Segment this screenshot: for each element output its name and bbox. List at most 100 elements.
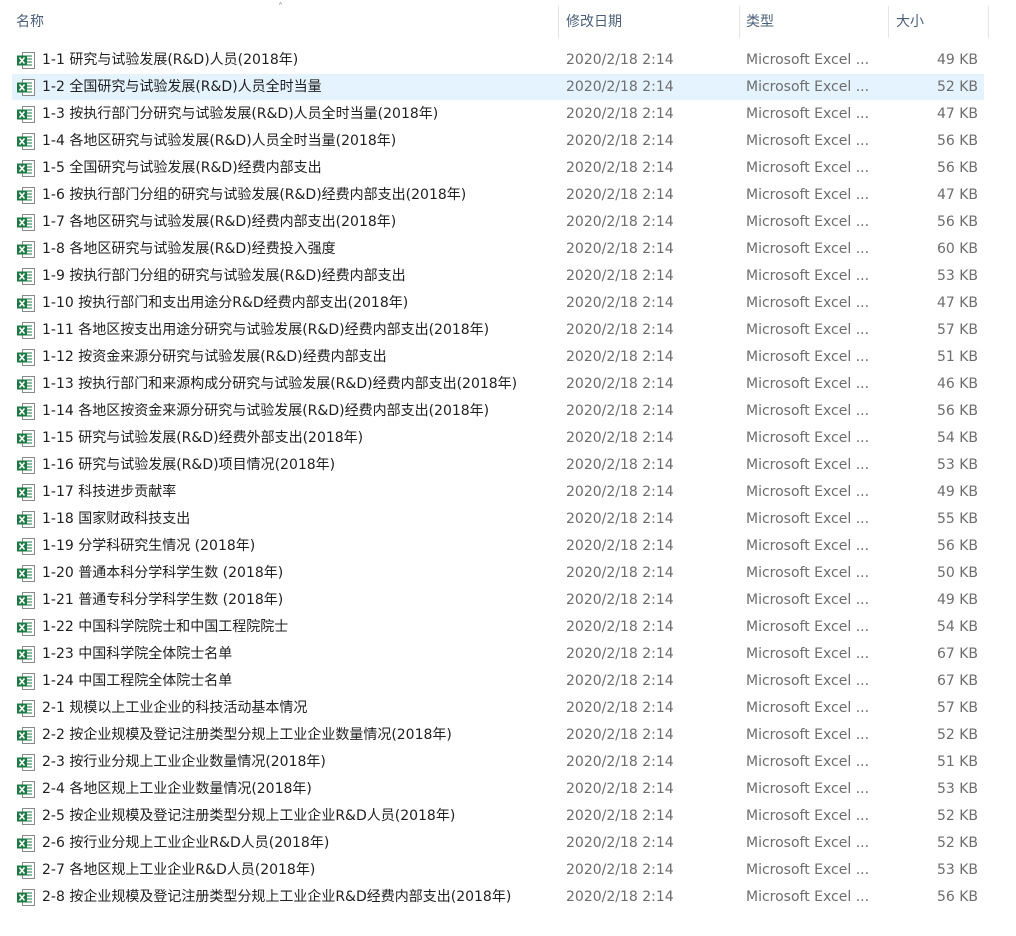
file-type: Microsoft Excel ... (746, 484, 870, 500)
excel-file-icon (17, 322, 35, 339)
column-header-type[interactable]: 类型 (738, 0, 888, 44)
file-type: Microsoft Excel ... (746, 106, 870, 122)
file-name: 2-1 规模以上工业企业的科技活动基本情况 (42, 700, 308, 716)
file-row[interactable]: 2-5 按企业规模及登记注册类型分规上工业企业R&D人员(2018年) 2020… (0, 803, 1016, 830)
file-row[interactable]: 1-20 普通本科分学科学生数 (2018年) 2020/2/18 2:14 M… (0, 560, 1016, 587)
file-size: 53 KB (936, 268, 978, 284)
file-row[interactable]: 1-6 按执行部门分组的研究与试验发展(R&D)经费内部支出(2018年) 20… (0, 182, 1016, 209)
file-type: Microsoft Excel ... (746, 538, 870, 554)
file-row[interactable]: 1-16 研究与试验发展(R&D)项目情况(2018年) 2020/2/18 2… (0, 452, 1016, 479)
file-modified-date: 2020/2/18 2:14 (566, 160, 674, 176)
excel-file-icon (17, 835, 35, 852)
file-modified-date: 2020/2/18 2:14 (566, 187, 674, 203)
excel-file-icon (17, 511, 35, 528)
file-modified-date: 2020/2/18 2:14 (566, 700, 674, 716)
file-row[interactable]: 1-13 按执行部门和来源构成分研究与试验发展(R&D)经费内部支出(2018年… (0, 371, 1016, 398)
column-header-bar: 名称 ˄ 修改日期 类型 大小 (0, 0, 1016, 44)
file-name: 2-5 按企业规模及登记注册类型分规上工业企业R&D人员(2018年) (42, 808, 456, 824)
file-row[interactable]: 1-18 国家财政科技支出 2020/2/18 2:14 Microsoft E… (0, 506, 1016, 533)
excel-file-icon (17, 106, 35, 123)
file-row[interactable]: 1-23 中国科学院全体院士名单 2020/2/18 2:14 Microsof… (0, 641, 1016, 668)
excel-file-icon (17, 187, 35, 204)
file-name: 2-2 按企业规模及登记注册类型分规上工业企业数量情况(2018年) (42, 727, 452, 743)
file-size: 56 KB (936, 403, 978, 419)
file-list: 1-1 研究与试验发展(R&D)人员(2018年) 2020/2/18 2:14… (0, 47, 1016, 911)
file-size: 51 KB (936, 754, 978, 770)
file-row[interactable]: 1-22 中国科学院院士和中国工程院院士 2020/2/18 2:14 Micr… (0, 614, 1016, 641)
file-row[interactable]: 1-2 全国研究与试验发展(R&D)人员全时当量 2020/2/18 2:14 … (0, 74, 1016, 101)
file-modified-date: 2020/2/18 2:14 (566, 133, 674, 149)
file-modified-date: 2020/2/18 2:14 (566, 835, 674, 851)
file-type: Microsoft Excel ... (746, 673, 870, 689)
file-row[interactable]: 1-17 科技进步贡献率 2020/2/18 2:14 Microsoft Ex… (0, 479, 1016, 506)
file-modified-date: 2020/2/18 2:14 (566, 322, 674, 338)
file-modified-date: 2020/2/18 2:14 (566, 808, 674, 824)
file-row[interactable]: 1-3 按执行部门分研究与试验发展(R&D)人员全时当量(2018年) 2020… (0, 101, 1016, 128)
file-name: 1-10 按执行部门和支出用途分R&D经费内部支出(2018年) (42, 295, 409, 311)
file-name: 1-7 各地区研究与试验发展(R&D)经费内部支出(2018年) (42, 214, 397, 230)
file-row[interactable]: 2-7 各地区规上工业企业R&D人员(2018年) 2020/2/18 2:14… (0, 857, 1016, 884)
file-name: 2-6 按行业分规上工业企业R&D人员(2018年) (42, 835, 330, 851)
file-row[interactable]: 1-8 各地区研究与试验发展(R&D)经费投入强度 2020/2/18 2:14… (0, 236, 1016, 263)
file-row[interactable]: 2-4 各地区规上工业企业数量情况(2018年) 2020/2/18 2:14 … (0, 776, 1016, 803)
excel-file-icon (17, 808, 35, 825)
file-size: 53 KB (936, 457, 978, 473)
file-row[interactable]: 2-1 规模以上工业企业的科技活动基本情况 2020/2/18 2:14 Mic… (0, 695, 1016, 722)
file-row[interactable]: 1-12 按资金来源分研究与试验发展(R&D)经费内部支出 2020/2/18 … (0, 344, 1016, 371)
file-row[interactable]: 1-19 分学科研究生情况 (2018年) 2020/2/18 2:14 Mic… (0, 533, 1016, 560)
file-row[interactable]: 1-10 按执行部门和支出用途分R&D经费内部支出(2018年) 2020/2/… (0, 290, 1016, 317)
file-size: 51 KB (936, 349, 978, 365)
file-modified-date: 2020/2/18 2:14 (566, 268, 674, 284)
file-size: 60 KB (936, 241, 978, 257)
file-row[interactable]: 1-21 普通专科分学科学生数 (2018年) 2020/2/18 2:14 M… (0, 587, 1016, 614)
file-name: 1-3 按执行部门分研究与试验发展(R&D)人员全时当量(2018年) (42, 106, 439, 122)
file-name: 1-19 分学科研究生情况 (2018年) (42, 538, 256, 554)
excel-file-icon (17, 484, 35, 501)
column-header-date[interactable]: 修改日期 (558, 0, 738, 44)
file-row[interactable]: 2-8 按企业规模及登记注册类型分规上工业企业R&D经费内部支出(2018年) … (0, 884, 1016, 911)
file-size: 53 KB (936, 781, 978, 797)
file-type: Microsoft Excel ... (746, 187, 870, 203)
file-modified-date: 2020/2/18 2:14 (566, 538, 674, 554)
file-modified-date: 2020/2/18 2:14 (566, 376, 674, 392)
file-type: Microsoft Excel ... (746, 322, 870, 338)
excel-file-icon (17, 889, 35, 906)
file-row[interactable]: 2-3 按行业分规上工业企业数量情况(2018年) 2020/2/18 2:14… (0, 749, 1016, 776)
file-type: Microsoft Excel ... (746, 133, 870, 149)
file-type: Microsoft Excel ... (746, 268, 870, 284)
excel-file-icon (17, 538, 35, 555)
file-row[interactable]: 2-2 按企业规模及登记注册类型分规上工业企业数量情况(2018年) 2020/… (0, 722, 1016, 749)
file-row[interactable]: 1-7 各地区研究与试验发展(R&D)经费内部支出(2018年) 2020/2/… (0, 209, 1016, 236)
file-type: Microsoft Excel ... (746, 592, 870, 608)
file-row[interactable]: 1-14 各地区按资金来源分研究与试验发展(R&D)经费内部支出(2018年) … (0, 398, 1016, 425)
excel-file-icon (17, 349, 35, 366)
file-name: 1-14 各地区按资金来源分研究与试验发展(R&D)经费内部支出(2018年) (42, 403, 490, 419)
file-modified-date: 2020/2/18 2:14 (566, 511, 674, 527)
file-size: 54 KB (936, 430, 978, 446)
file-size: 50 KB (936, 565, 978, 581)
excel-file-icon (17, 295, 35, 312)
file-row[interactable]: 1-4 各地区研究与试验发展(R&D)人员全时当量(2018年) 2020/2/… (0, 128, 1016, 155)
file-row[interactable]: 1-11 各地区按支出用途分研究与试验发展(R&D)经费内部支出(2018年) … (0, 317, 1016, 344)
sort-ascending-icon: ˄ (278, 2, 283, 13)
file-row[interactable]: 1-5 全国研究与试验发展(R&D)经费内部支出 2020/2/18 2:14 … (0, 155, 1016, 182)
file-name: 2-4 各地区规上工业企业数量情况(2018年) (42, 781, 312, 797)
file-type: Microsoft Excel ... (746, 808, 870, 824)
file-row[interactable]: 2-6 按行业分规上工业企业R&D人员(2018年) 2020/2/18 2:1… (0, 830, 1016, 857)
file-row[interactable]: 1-1 研究与试验发展(R&D)人员(2018年) 2020/2/18 2:14… (0, 47, 1016, 74)
file-row[interactable]: 1-9 按执行部门分组的研究与试验发展(R&D)经费内部支出 2020/2/18… (0, 263, 1016, 290)
file-row[interactable]: 1-24 中国工程院全体院士名单 2020/2/18 2:14 Microsof… (0, 668, 1016, 695)
file-type: Microsoft Excel ... (746, 79, 870, 95)
column-divider[interactable] (988, 6, 989, 38)
column-header-size[interactable]: 大小 (888, 0, 988, 44)
file-size: 52 KB (936, 808, 978, 824)
excel-file-icon (17, 376, 35, 393)
file-size: 52 KB (936, 727, 978, 743)
file-modified-date: 2020/2/18 2:14 (566, 673, 674, 689)
file-name: 2-7 各地区规上工业企业R&D人员(2018年) (42, 862, 316, 878)
file-modified-date: 2020/2/18 2:14 (566, 214, 674, 230)
file-type: Microsoft Excel ... (746, 700, 870, 716)
excel-file-icon (17, 781, 35, 798)
file-row[interactable]: 1-15 研究与试验发展(R&D)经费外部支出(2018年) 2020/2/18… (0, 425, 1016, 452)
excel-file-icon (17, 133, 35, 150)
